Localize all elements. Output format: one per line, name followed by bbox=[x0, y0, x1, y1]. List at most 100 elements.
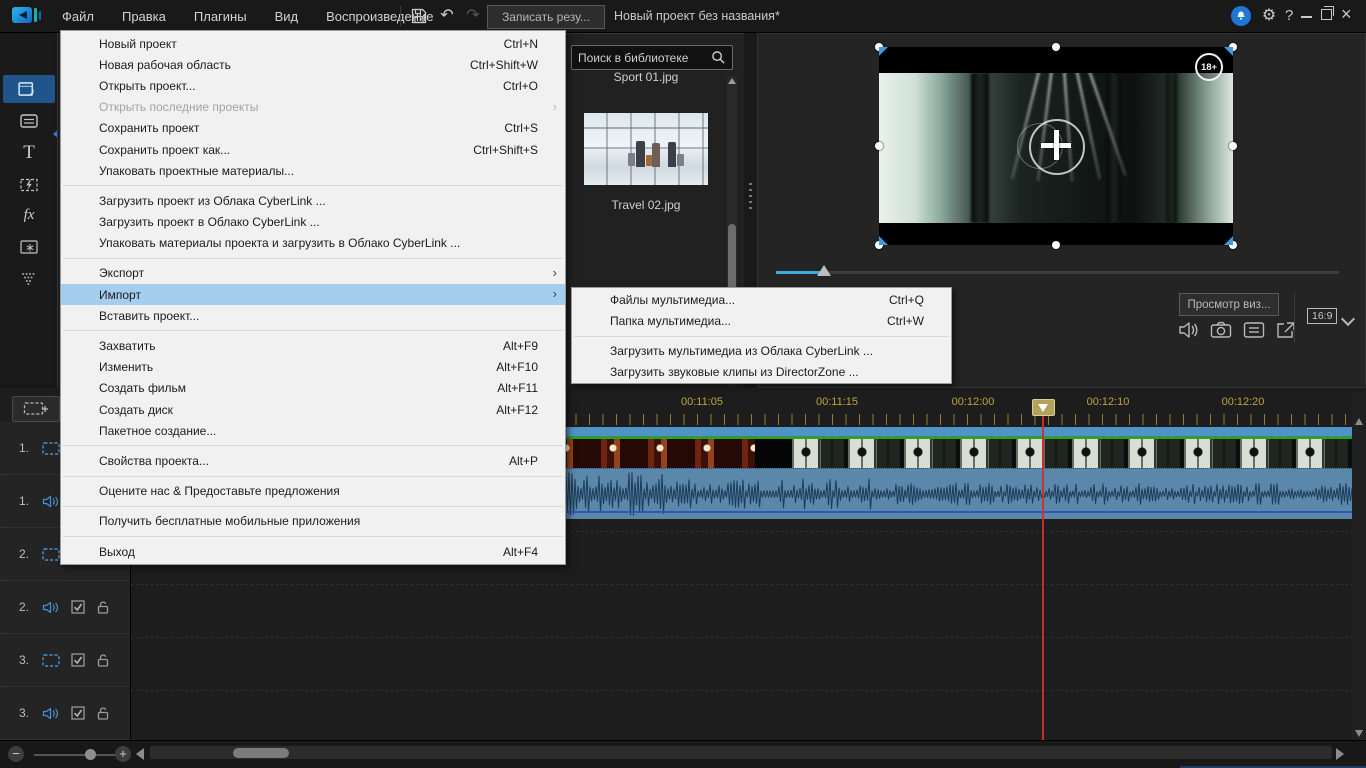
menu-item[interactable]: Файлы мультимедиа... Ctrl+Q › bbox=[572, 290, 951, 311]
menubar-item[interactable]: Файл bbox=[62, 9, 94, 24]
zoom-in-button[interactable]: + bbox=[115, 746, 131, 762]
volume-icon[interactable] bbox=[1177, 320, 1201, 340]
menu-item[interactable]: Пакетное создание... › bbox=[61, 420, 565, 441]
undo-icon[interactable]: ↶ bbox=[438, 7, 456, 25]
airport-window-texture bbox=[584, 113, 708, 185]
menu-item[interactable]: Открыть последние проекты › bbox=[61, 97, 565, 118]
zoom-slider-track[interactable] bbox=[34, 753, 120, 756]
sidebar-item-particle-drop-room[interactable] bbox=[3, 265, 55, 293]
menu-item[interactable]: Вставить проект... › bbox=[61, 305, 565, 326]
scroll-up-arrow[interactable] bbox=[728, 78, 736, 84]
snapshot-camera-icon[interactable] bbox=[1210, 320, 1234, 340]
menu-item[interactable]: Захватить Alt+F9 › bbox=[61, 335, 565, 356]
selection-handle[interactable] bbox=[1229, 142, 1237, 150]
menu-item[interactable]: Открыть проект... Ctrl+O › bbox=[61, 75, 565, 96]
zoom-slider-handle[interactable] bbox=[85, 749, 96, 760]
menu-item[interactable]: Выход Alt+F4 › bbox=[61, 541, 565, 562]
menu-item[interactable]: Получить бесплатные мобильные приложения… bbox=[61, 511, 565, 532]
preview-quality-button[interactable]: Просмотр виз... bbox=[1179, 293, 1279, 316]
info-details-icon[interactable] bbox=[1243, 320, 1267, 340]
selection-handle[interactable] bbox=[875, 142, 883, 150]
menu-item[interactable]: Упаковать материалы проекта и загрузить … bbox=[61, 233, 565, 254]
scroll-down-arrow[interactable] bbox=[1355, 730, 1363, 737]
menubar-item[interactable]: Правка bbox=[122, 9, 166, 24]
help-icon[interactable]: ? bbox=[1285, 7, 1293, 24]
menu-item-label: Папка мультимедиа... bbox=[610, 314, 731, 329]
library-search-input[interactable]: Поиск в библиотеке bbox=[571, 45, 733, 70]
menu-item[interactable]: Импорт › bbox=[61, 284, 565, 306]
menu-item[interactable]: Загрузить проект из Облака CyberLink ...… bbox=[61, 190, 565, 211]
sidebar-item-media-room[interactable]: ♪ bbox=[3, 75, 55, 103]
restore-button[interactable] bbox=[1321, 6, 1334, 20]
library-item-label[interactable]: Travel 02.jpg bbox=[576, 198, 716, 212]
chevron-down-icon[interactable] bbox=[1340, 311, 1356, 327]
track-enable-checkbox[interactable] bbox=[71, 653, 85, 667]
notifications-bell-icon[interactable] bbox=[1231, 6, 1251, 26]
track-lock-icon[interactable] bbox=[96, 706, 110, 720]
audio-track-icon bbox=[42, 495, 60, 508]
menu-item[interactable]: Оцените нас & Предоставьте предложения › bbox=[61, 481, 565, 502]
menu-item[interactable]: Создать диск Alt+F12 › bbox=[61, 399, 565, 420]
menu-item[interactable]: Сохранить проект Ctrl+S › bbox=[61, 118, 565, 139]
settings-gear-icon[interactable]: ⚙ bbox=[1259, 6, 1279, 26]
video-clip-pendulum-scene[interactable] bbox=[792, 439, 1352, 468]
sidebar-item-particle-room[interactable]: ∗ bbox=[3, 233, 55, 261]
menu-item[interactable]: Свойства проекта... Alt+P › bbox=[61, 450, 565, 471]
aspect-ratio-selector[interactable]: 16:9 bbox=[1307, 308, 1338, 324]
menu-item[interactable]: Новый проект Ctrl+N › bbox=[61, 33, 565, 54]
menu-item[interactable]: Загрузить проект в Облако CyberLink ... … bbox=[61, 212, 565, 233]
seek-slider-track[interactable] bbox=[776, 271, 1339, 274]
library-item-label[interactable]: Sport 01.jpg bbox=[576, 70, 716, 84]
undock-window-icon[interactable] bbox=[1275, 320, 1299, 340]
menu-item[interactable]: Сохранить проект как... Ctrl+Shift+S › bbox=[61, 139, 565, 160]
corner-resize-mark bbox=[1224, 47, 1233, 56]
save-icon[interactable] bbox=[410, 7, 428, 25]
menu-item[interactable]: Создать фильм Alt+F11 › bbox=[61, 378, 565, 399]
submenu-arrow-icon: › bbox=[552, 286, 557, 302]
scroll-left-arrow[interactable] bbox=[136, 748, 144, 760]
corner-resize-mark bbox=[1224, 236, 1233, 245]
zoom-out-button[interactable]: − bbox=[8, 746, 24, 762]
track-header-row[interactable]: 3. bbox=[0, 634, 130, 687]
track-manager-button[interactable] bbox=[12, 396, 60, 422]
selection-handle[interactable] bbox=[1052, 43, 1060, 51]
menu-item[interactable]: Экспорт › bbox=[61, 263, 565, 284]
center-crosshair-overlay[interactable] bbox=[1017, 119, 1085, 175]
menubar-item[interactable]: Плагины bbox=[194, 9, 247, 24]
scrollbar-handle[interactable] bbox=[233, 747, 289, 758]
menubar-item[interactable]: Вид bbox=[275, 9, 299, 24]
track-header-row[interactable]: 3. bbox=[0, 687, 130, 740]
track-enable-checkbox[interactable] bbox=[71, 706, 85, 720]
menu-item[interactable]: Изменить Alt+F10 › bbox=[61, 357, 565, 378]
track-lock-icon[interactable] bbox=[96, 653, 110, 667]
track-header-row[interactable]: 2. bbox=[0, 581, 130, 634]
timeline-vertical-scrollbar[interactable] bbox=[1352, 392, 1366, 740]
track-enable-checkbox[interactable] bbox=[71, 600, 85, 614]
record-result-button[interactable]: Записать резу... bbox=[487, 5, 605, 29]
preview-video-frame[interactable]: 18+ bbox=[875, 43, 1237, 249]
selection-handle[interactable] bbox=[1052, 241, 1060, 249]
scroll-right-arrow[interactable] bbox=[1336, 748, 1344, 760]
timeline-horizontal-scrollbar[interactable] bbox=[150, 746, 1332, 759]
library-item-thumbnail[interactable] bbox=[584, 113, 708, 185]
app-logo-icon bbox=[12, 5, 42, 27]
playhead-marker[interactable] bbox=[1032, 399, 1055, 416]
sidebar-item-transition-room[interactable] bbox=[3, 171, 55, 199]
track-lock-icon[interactable] bbox=[96, 600, 110, 614]
menu-item[interactable]: Упаковать проектные материалы... › bbox=[61, 160, 565, 181]
minimize-button[interactable] bbox=[1301, 16, 1312, 18]
menu-item[interactable]: Новая рабочая область Ctrl+Shift+W › bbox=[61, 54, 565, 75]
sidebar-item-title-room[interactable] bbox=[3, 107, 55, 135]
menu-item[interactable]: Загрузить звуковые клипы из DirectorZone… bbox=[572, 361, 951, 382]
sidebar-item-effect-room[interactable]: fx bbox=[3, 201, 55, 229]
search-icon bbox=[712, 51, 725, 64]
menu-item[interactable]: Загрузить мультимедиа из Облака CyberLin… bbox=[572, 341, 951, 362]
menu-item-shortcut: Alt+F4 bbox=[502, 544, 538, 559]
seek-slider-thumb[interactable] bbox=[817, 265, 831, 276]
scroll-up-arrow[interactable] bbox=[1355, 418, 1363, 425]
playhead-line[interactable] bbox=[1042, 414, 1044, 740]
suitcase bbox=[677, 154, 684, 166]
close-button[interactable]: × bbox=[1341, 4, 1352, 25]
menu-item[interactable]: Папка мультимедиа... Ctrl+W › bbox=[572, 311, 951, 332]
sidebar-item-text-room[interactable]: T bbox=[3, 139, 55, 167]
